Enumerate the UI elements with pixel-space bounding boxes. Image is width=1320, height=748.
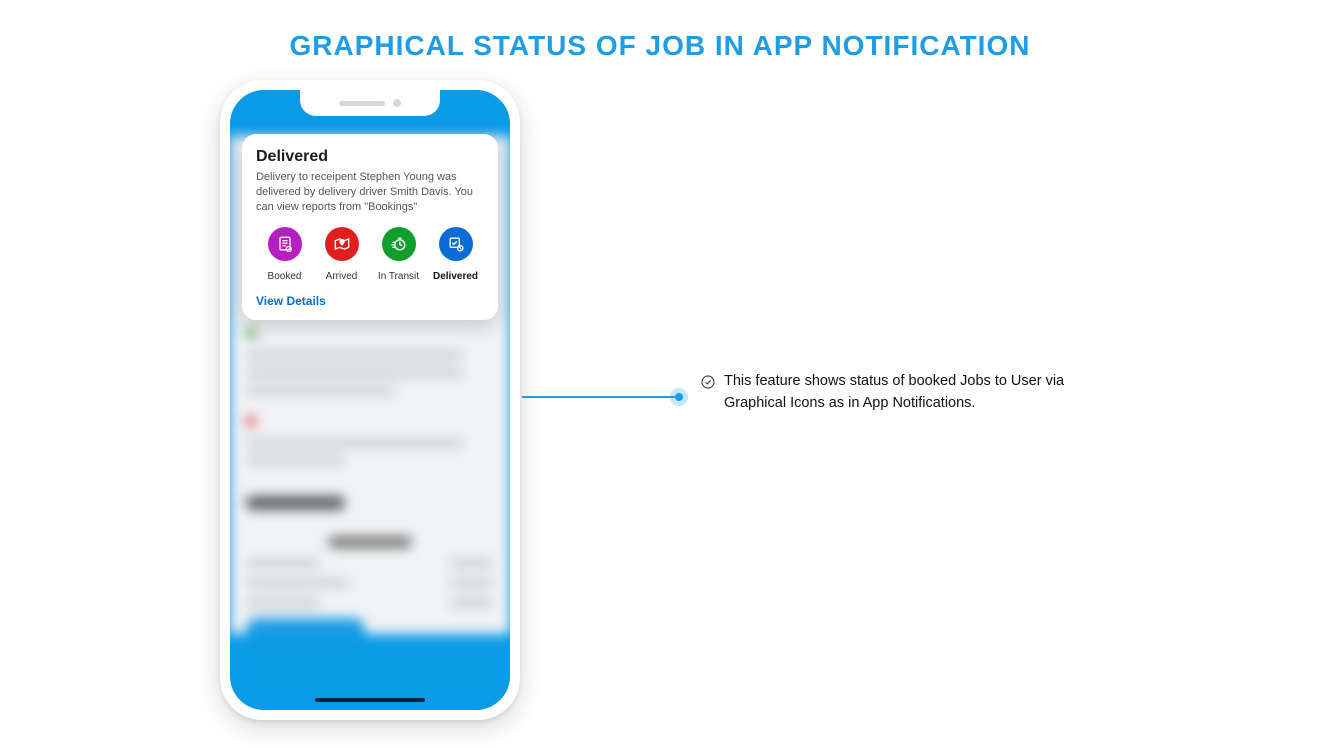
receipt-icon	[268, 227, 302, 261]
notification-title: Delivered	[256, 148, 484, 166]
home-indicator	[315, 698, 425, 702]
status-delivered: Delivered	[427, 227, 484, 282]
notification-card: Delivered Delivery to receipent Stephen …	[242, 134, 498, 320]
status-booked: Booked	[256, 227, 313, 282]
map-pin-icon	[325, 227, 359, 261]
status-row: Booked Arrived	[256, 227, 484, 282]
callout-bullet	[670, 388, 688, 406]
view-details-link[interactable]: View Details	[256, 294, 484, 308]
callout-connector-line	[522, 396, 680, 398]
status-in-transit: In Transit	[370, 227, 427, 282]
stopwatch-icon	[382, 227, 416, 261]
phone-mockup: Delivered Delivery to receipent Stephen …	[220, 80, 520, 720]
page-title: GRAPHICAL STATUS OF JOB IN APP NOTIFICAT…	[0, 30, 1320, 62]
phone-notch	[300, 90, 440, 116]
phone-screen: Delivered Delivery to receipent Stephen …	[230, 90, 510, 710]
status-label: In Transit	[370, 271, 427, 282]
status-label: Booked	[256, 271, 313, 282]
status-label: Delivered	[427, 271, 484, 282]
callout-text: This feature shows status of booked Jobs…	[724, 370, 1100, 415]
status-label: Arrived	[313, 271, 370, 282]
package-ok-icon	[439, 227, 473, 261]
check-circle-icon	[700, 374, 716, 415]
status-arrived: Arrived	[313, 227, 370, 282]
callout-block: This feature shows status of booked Jobs…	[700, 370, 1100, 415]
notification-description: Delivery to receipent Stephen Young was …	[256, 170, 484, 215]
